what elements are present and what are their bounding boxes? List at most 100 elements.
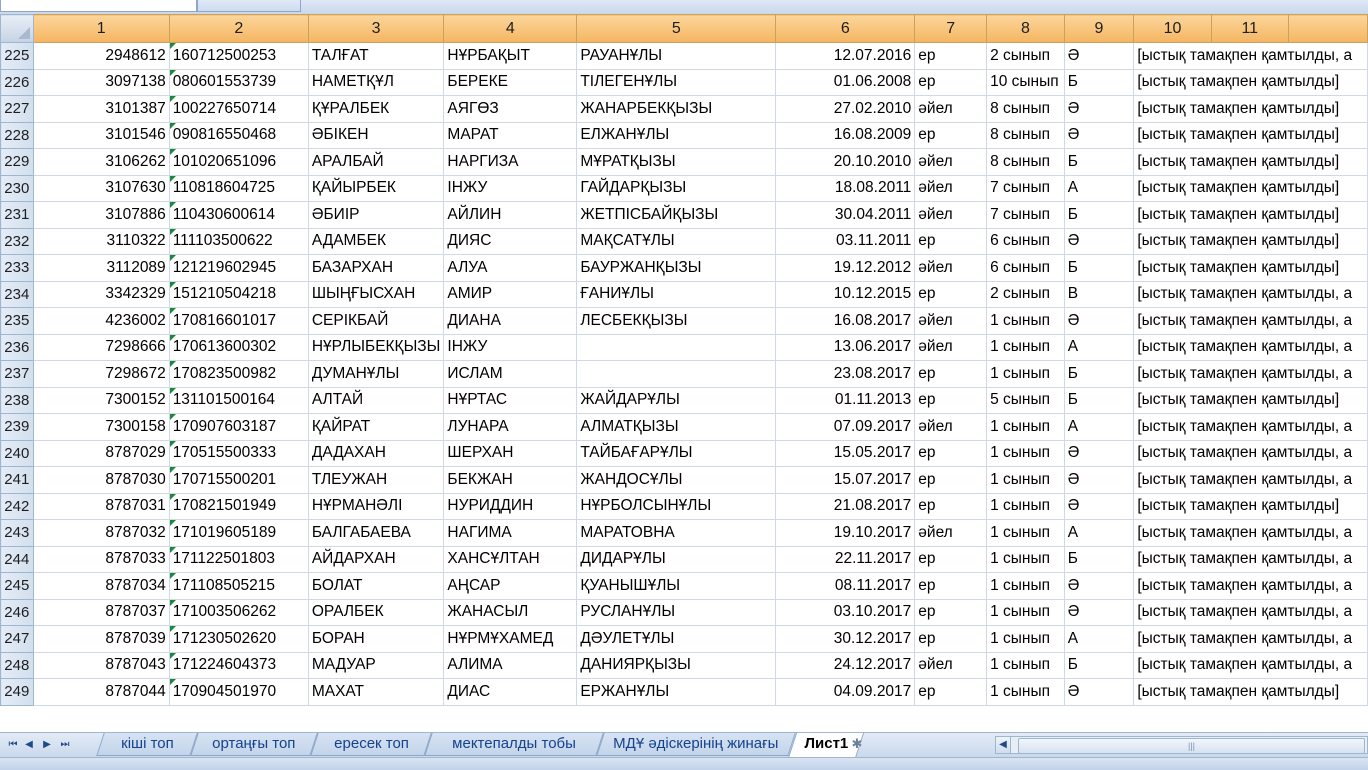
cell-col-9[interactable]: Ә: [1063, 307, 1135, 335]
cell-col-1[interactable]: 3101546: [32, 121, 170, 149]
cell-col-4[interactable]: ІНЖУ: [443, 174, 578, 202]
cell-col-3[interactable]: БАЛГАБАЕВА: [307, 519, 445, 547]
cell-col-4[interactable]: НҰРБАҚЫТ: [443, 42, 578, 70]
cell-col-9[interactable]: Б: [1063, 360, 1135, 388]
cell-col-6[interactable]: 27.02.2010: [775, 95, 916, 123]
column-header-9[interactable]: 9: [1063, 14, 1135, 43]
cell-col-3[interactable]: ДУМАНҰЛЫ: [307, 360, 445, 388]
cell-col-3[interactable]: АЛТАЙ: [307, 386, 445, 414]
cell-col-5[interactable]: [576, 333, 777, 361]
cell-col-3[interactable]: МАХАТ: [307, 678, 445, 706]
cell-col-1[interactable]: 7298672: [32, 360, 170, 388]
cell-col-1[interactable]: 8787029: [32, 439, 170, 467]
cell-col-10[interactable]: [ыстық тамақпен қамтылды, а: [1133, 413, 1368, 441]
cell-col-2[interactable]: 160712500253: [168, 42, 309, 70]
cell-col-3[interactable]: ӘБІКЕН: [307, 121, 445, 149]
cell-col-3[interactable]: БОЛАТ: [307, 572, 445, 600]
cell-col-7[interactable]: ер: [914, 42, 988, 70]
cell-col-8[interactable]: 1 сынып: [986, 651, 1065, 679]
cell-col-3[interactable]: ОРАЛБЕК: [307, 598, 445, 626]
cell-col-1[interactable]: 8787030: [32, 466, 170, 494]
horizontal-scrollbar[interactable]: ◀ |||: [995, 736, 1368, 754]
cell-col-2[interactable]: 170515500333: [168, 439, 309, 467]
cell-col-10[interactable]: [ыстық тамақпен қамтылды, а: [1133, 545, 1368, 573]
cell-col-2[interactable]: 171224604373: [168, 651, 309, 679]
cell-col-8[interactable]: 1 сынып: [986, 466, 1065, 494]
cell-col-3[interactable]: БОРАН: [307, 625, 445, 653]
cell-col-8[interactable]: 1 сынып: [986, 439, 1065, 467]
cell-col-9[interactable]: Б: [1063, 386, 1135, 414]
cell-col-9[interactable]: Ә: [1063, 598, 1135, 626]
cell-col-3[interactable]: ТЛЕУЖАН: [307, 466, 445, 494]
select-all-corner[interactable]: [0, 14, 34, 43]
cell-col-8[interactable]: 6 сынып: [986, 227, 1065, 255]
cell-col-8[interactable]: 8 сынып: [986, 95, 1065, 123]
cell-col-7[interactable]: әйел: [914, 254, 988, 282]
cell-col-1[interactable]: 3342329: [32, 280, 170, 308]
row-header[interactable]: 243: [0, 519, 34, 547]
cell-col-6[interactable]: 16.08.2017: [775, 307, 916, 335]
cell-col-10[interactable]: [ыстық тамақпен қамтылды]: [1133, 201, 1368, 229]
cell-col-9[interactable]: Б: [1063, 545, 1135, 573]
cell-col-9[interactable]: Б: [1063, 201, 1135, 229]
cell-col-2[interactable]: 170904501970: [168, 678, 309, 706]
cell-col-7[interactable]: ер: [914, 678, 988, 706]
cell-col-5[interactable]: ЖАЙДАРҰЛЫ: [576, 386, 777, 414]
cell-col-6[interactable]: 07.09.2017: [775, 413, 916, 441]
cell-col-2[interactable]: 170823500982: [168, 360, 309, 388]
cell-col-1[interactable]: 3106262: [32, 148, 170, 176]
cell-col-1[interactable]: 2948612: [32, 42, 170, 70]
cell-col-1[interactable]: 7300152: [32, 386, 170, 414]
row-header[interactable]: 231: [0, 201, 34, 229]
cell-col-9[interactable]: Б: [1063, 148, 1135, 176]
cell-col-6[interactable]: 20.10.2010: [775, 148, 916, 176]
cell-col-9[interactable]: Ә: [1063, 439, 1135, 467]
cell-col-9[interactable]: Ә: [1063, 95, 1135, 123]
cell-col-2[interactable]: 100227650714: [168, 95, 309, 123]
cell-col-1[interactable]: 3110322: [32, 227, 170, 255]
cell-col-4[interactable]: БЕРЕКЕ: [443, 68, 578, 96]
cell-col-10[interactable]: [ыстық тамақпен қамтылды, а: [1133, 651, 1368, 679]
cell-col-8[interactable]: 1 сынып: [986, 678, 1065, 706]
cell-col-8[interactable]: 7 сынып: [986, 201, 1065, 229]
row-header[interactable]: 232: [0, 227, 34, 255]
cell-col-1[interactable]: 8787044: [32, 678, 170, 706]
cell-col-7[interactable]: ер: [914, 598, 988, 626]
column-header-11[interactable]: 11: [1210, 14, 1289, 43]
cell-col-7[interactable]: әйел: [914, 519, 988, 547]
cell-col-2[interactable]: 131101500164: [168, 386, 309, 414]
cell-col-4[interactable]: ЛУНАРА: [443, 413, 578, 441]
row-header[interactable]: 245: [0, 572, 34, 600]
cell-col-9[interactable]: А: [1063, 174, 1135, 202]
cell-col-2[interactable]: 170715500201: [168, 466, 309, 494]
cell-col-3[interactable]: БАЗАРХАН: [307, 254, 445, 282]
cell-col-9[interactable]: Б: [1063, 254, 1135, 282]
cell-col-1[interactable]: 4236002: [32, 307, 170, 335]
cell-col-8[interactable]: 1 сынып: [986, 307, 1065, 335]
insert-sheet-icon[interactable]: ✱: [846, 735, 868, 753]
cell-col-2[interactable]: 110818604725: [168, 174, 309, 202]
cell-col-9[interactable]: Ә: [1063, 227, 1135, 255]
cell-col-2[interactable]: 111103500622: [168, 227, 309, 255]
cell-col-5[interactable]: МАҚСАТҰЛЫ: [576, 227, 777, 255]
cell-col-4[interactable]: НАГИМА: [443, 519, 578, 547]
cell-col-7[interactable]: әйел: [914, 95, 988, 123]
column-header-6[interactable]: 6: [775, 14, 916, 43]
cell-col-5[interactable]: ЖАНДОСҰЛЫ: [576, 466, 777, 494]
sheet-tab[interactable]: кіші топ: [96, 733, 198, 756]
cell-col-1[interactable]: 7300158: [32, 413, 170, 441]
row-header[interactable]: 227: [0, 95, 34, 123]
column-header-7[interactable]: 7: [914, 14, 988, 43]
cell-col-6[interactable]: 12.07.2016: [775, 42, 916, 70]
cell-col-7[interactable]: ер: [914, 68, 988, 96]
cell-col-10[interactable]: [ыстық тамақпен қамтылды, а: [1133, 280, 1368, 308]
cell-col-6[interactable]: 03.11.2011: [775, 227, 916, 255]
cell-col-6[interactable]: 19.12.2012: [775, 254, 916, 282]
cell-col-5[interactable]: ГАЙДАРҚЫЗЫ: [576, 174, 777, 202]
cell-col-3[interactable]: ҚАЙРАТ: [307, 413, 445, 441]
cell-col-5[interactable]: МҰРАТҚЫЗЫ: [576, 148, 777, 176]
cell-col-6[interactable]: 08.11.2017: [775, 572, 916, 600]
cell-col-6[interactable]: 15.07.2017: [775, 466, 916, 494]
row-header[interactable]: 239: [0, 413, 34, 441]
cell-col-1[interactable]: 3101387: [32, 95, 170, 123]
